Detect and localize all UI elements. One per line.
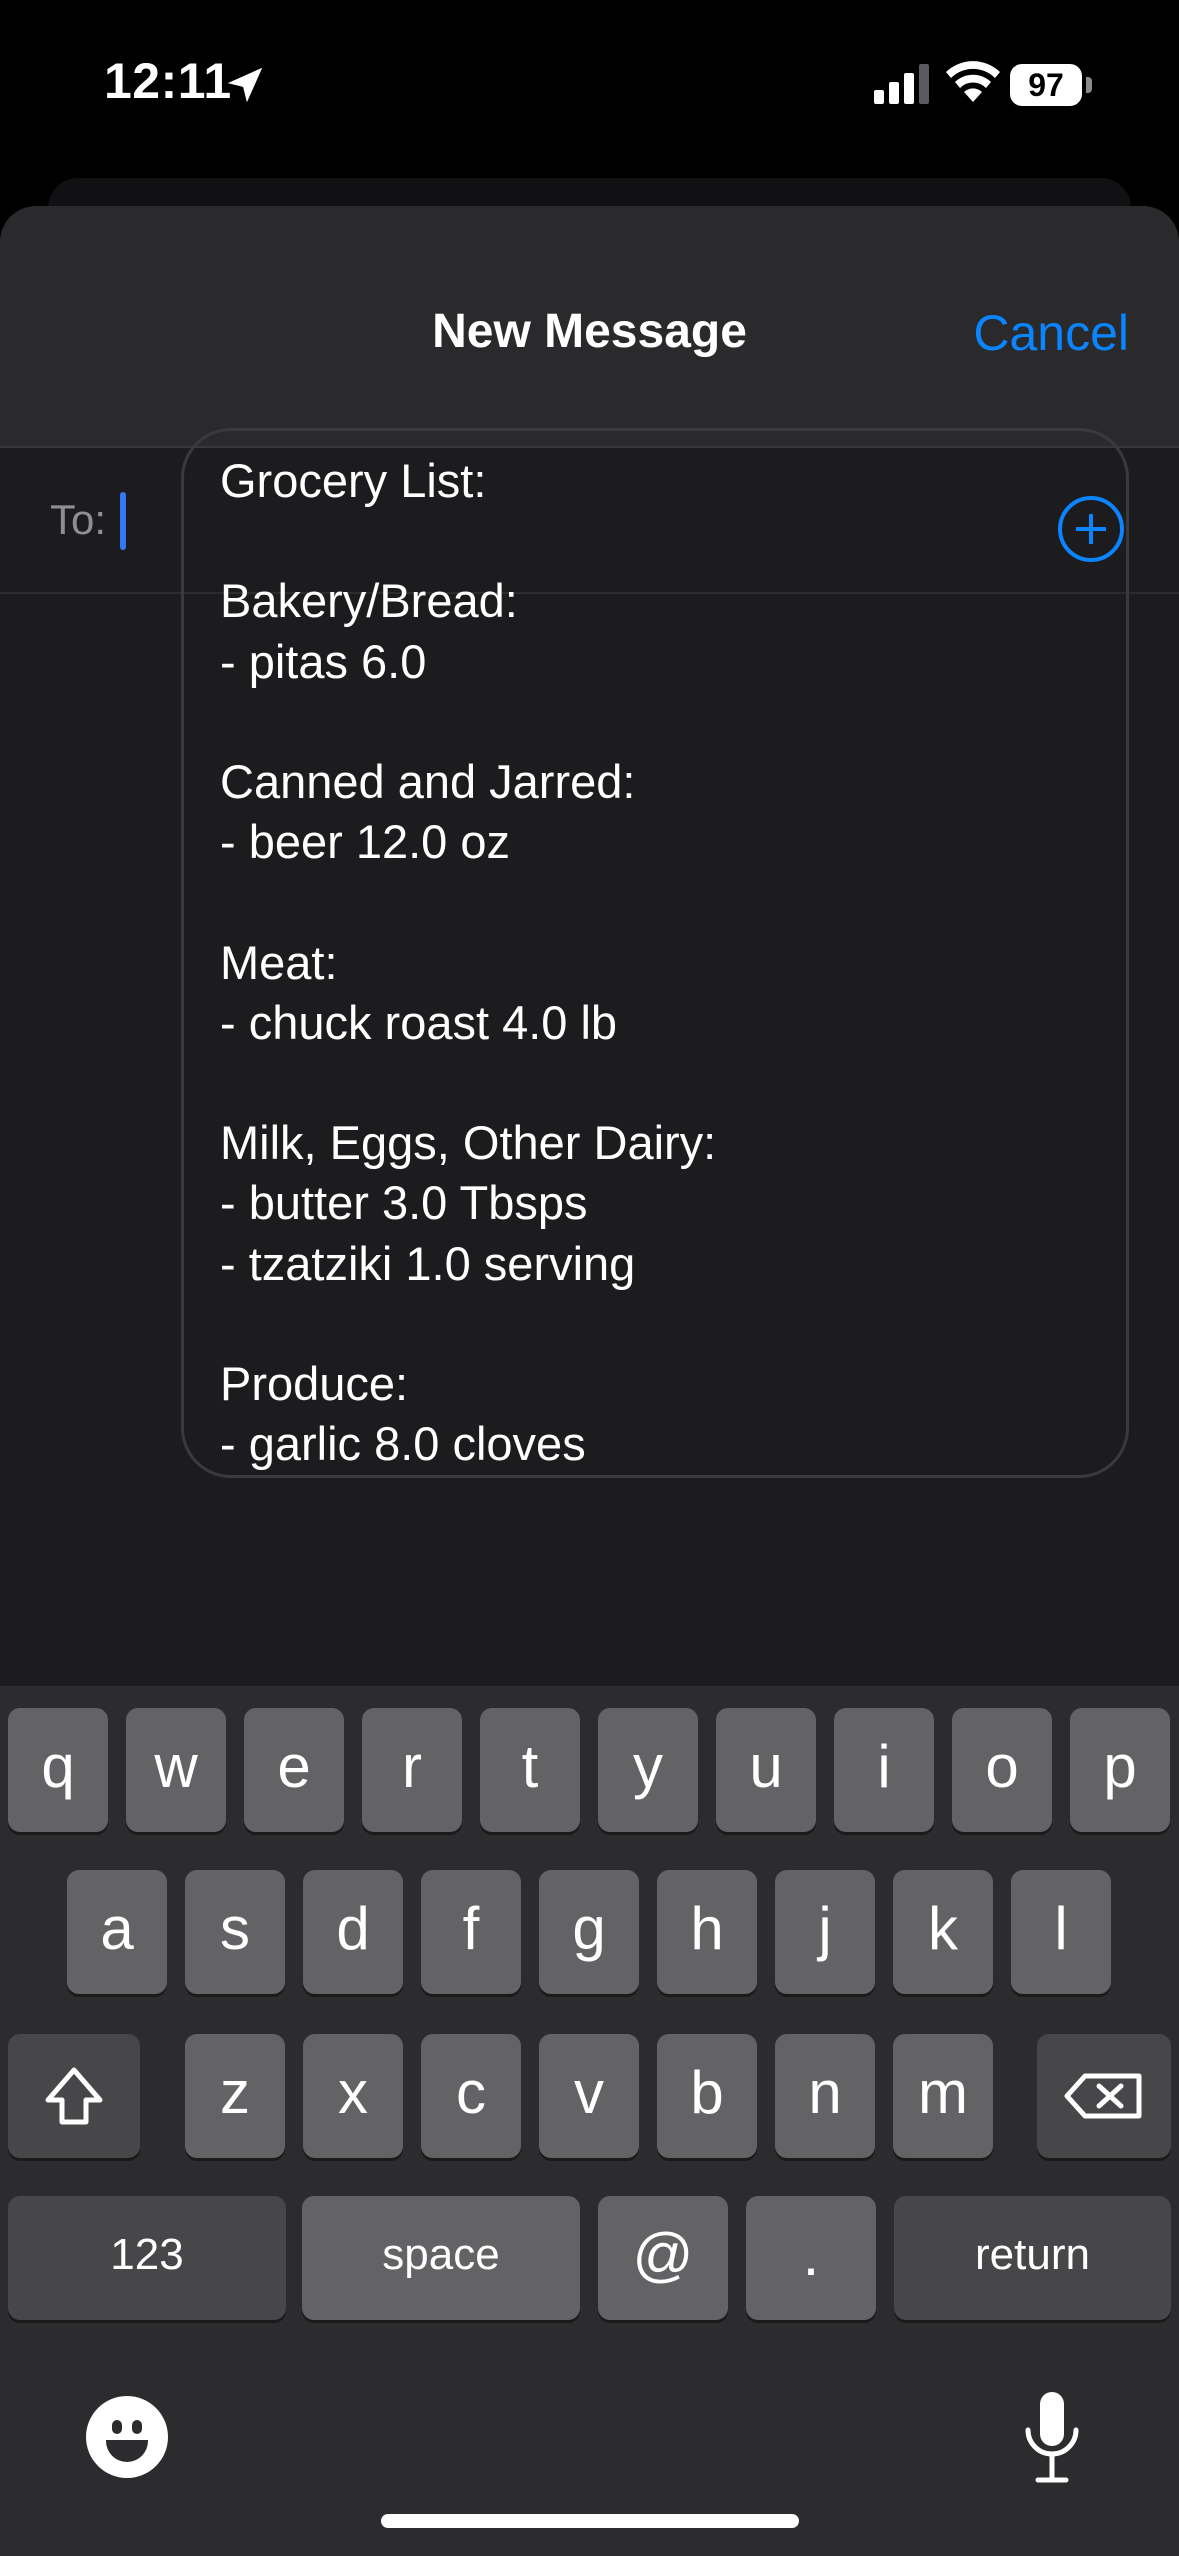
key-n[interactable]: n (775, 2034, 875, 2158)
key-a[interactable]: a (67, 1870, 167, 1994)
message-line: Bakery/Bread: (220, 574, 518, 628)
key-s[interactable]: s (185, 1870, 285, 1994)
message-line: - pitas 6.0 (220, 634, 427, 688)
key-k[interactable]: k (893, 1870, 993, 1994)
cancel-button[interactable]: Cancel (973, 304, 1129, 362)
text-caret (120, 492, 126, 550)
backspace-icon (1064, 2073, 1142, 2119)
emoji-smiley-icon[interactable] (86, 2396, 168, 2478)
key-w[interactable]: w (126, 1708, 226, 1832)
emoji-mouth (106, 2440, 148, 2462)
message-line: Canned and Jarred: (220, 755, 636, 808)
at-key[interactable]: @ (598, 2196, 728, 2320)
key-u[interactable]: u (716, 1708, 816, 1832)
shift-arrow-icon (45, 2067, 103, 2125)
message-line: Produce: (220, 1357, 409, 1410)
message-line: - butter 3.0 Tbsps (220, 1176, 588, 1230)
status-bar: 12:11 97 (0, 0, 1179, 170)
key-v[interactable]: v (539, 2034, 639, 2158)
screen: 12:11 97 New Message Cancel To: Grocery … (0, 0, 1179, 2556)
space-key[interactable]: space (302, 2196, 580, 2320)
emoji-eye-right (132, 2420, 142, 2434)
cellular-signal-icon (874, 64, 929, 104)
key-e[interactable]: e (244, 1708, 344, 1832)
message-line: - garlic 8.0 cloves (220, 1417, 586, 1471)
nav-bar: New Message Cancel (0, 206, 1179, 448)
message-line: - tzatziki 1.0 serving (220, 1236, 636, 1290)
period-key[interactable]: . (746, 2196, 876, 2320)
return-key[interactable]: return (894, 2196, 1171, 2320)
message-input[interactable]: Grocery List: Bakery/Bread: - pitas 6.0 Can… (181, 428, 1129, 1478)
key-f[interactable]: f (421, 1870, 521, 1994)
key-c[interactable]: c (421, 2034, 521, 2158)
key-z[interactable]: z (185, 2034, 285, 2158)
shift-key[interactable] (8, 2034, 140, 2158)
key-l[interactable]: l (1011, 1870, 1111, 1994)
battery-nub (1086, 77, 1092, 93)
key-o[interactable]: o (952, 1708, 1052, 1832)
key-x[interactable]: x (303, 2034, 403, 2158)
battery-level: 97 (1028, 67, 1064, 103)
key-y[interactable]: y (598, 1708, 698, 1832)
microphone-icon[interactable] (1020, 2388, 1084, 2488)
battery-icon: 97 (1010, 64, 1092, 106)
message-line: Milk, Eggs, Other Dairy: (220, 1116, 717, 1170)
message-line: - chuck roast 4.0 lb (220, 995, 618, 1049)
new-message-sheet: New Message Cancel To: Grocery List: Bake… (0, 206, 1179, 1686)
message-line: - beer 12.0 oz (220, 815, 511, 869)
key-j[interactable]: j (775, 1870, 875, 1994)
delete-key[interactable] (1037, 2034, 1171, 2158)
key-b[interactable]: b (657, 2034, 757, 2158)
status-time: 12:11 (104, 53, 232, 109)
key-g[interactable]: g (539, 1870, 639, 1994)
emoji-eye-left (112, 2420, 122, 2434)
message-line: Meat: (220, 935, 338, 989)
key-t[interactable]: t (480, 1708, 580, 1832)
key-m[interactable]: m (893, 2034, 993, 2158)
key-q[interactable]: q (8, 1708, 108, 1832)
key-h[interactable]: h (657, 1870, 757, 1994)
wifi-icon (946, 61, 1000, 102)
numbers-key[interactable]: 123 (8, 2196, 286, 2320)
key-i[interactable]: i (834, 1708, 934, 1832)
location-arrow-icon (227, 67, 263, 103)
key-p[interactable]: p (1070, 1708, 1170, 1832)
message-line: Grocery List: (220, 454, 487, 507)
home-indicator (381, 2514, 799, 2528)
key-r[interactable]: r (362, 1708, 462, 1832)
to-label: To: (50, 496, 107, 543)
key-d[interactable]: d (303, 1870, 403, 1994)
